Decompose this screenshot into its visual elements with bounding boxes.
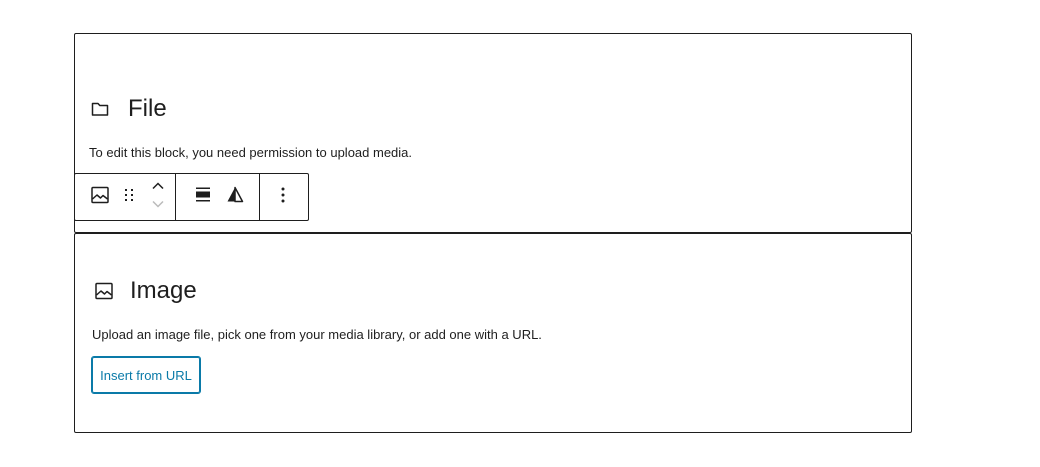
move-down-button[interactable] [150,197,166,215]
block-mover [143,174,172,220]
image-block[interactable]: Image Upload an image file, pick one fro… [74,233,912,433]
toolbar-group-block [175,174,259,220]
duotone-button[interactable] [219,174,251,220]
insert-from-url-button[interactable]: Insert from URL [91,356,201,394]
image-block-title: Image [130,277,197,304]
duotone-icon [225,185,245,210]
image-block-instructions: Upload an image file, pick one from your… [92,327,542,342]
toolbar-group-options [259,174,308,220]
align-icon [193,185,213,210]
folder-icon [90,99,110,119]
block-toolbar [74,173,309,221]
file-block-header: File [90,94,167,124]
chevron-up-icon [150,179,166,196]
more-options-icon [280,186,286,209]
chevron-down-icon [150,197,166,214]
file-block-title: File [128,95,167,122]
move-up-button[interactable] [150,179,166,197]
drag-handle-button[interactable] [114,174,143,220]
block-type-button[interactable] [85,174,114,220]
toolbar-group-parent [75,174,175,220]
file-block-instructions: To edit this block, you need permission … [89,145,413,160]
more-options-button[interactable] [270,174,296,220]
align-button[interactable] [187,174,219,220]
image-icon [90,185,110,210]
drag-handle-icon [122,187,136,208]
image-block-header: Image [94,276,197,306]
image-icon [94,281,114,301]
